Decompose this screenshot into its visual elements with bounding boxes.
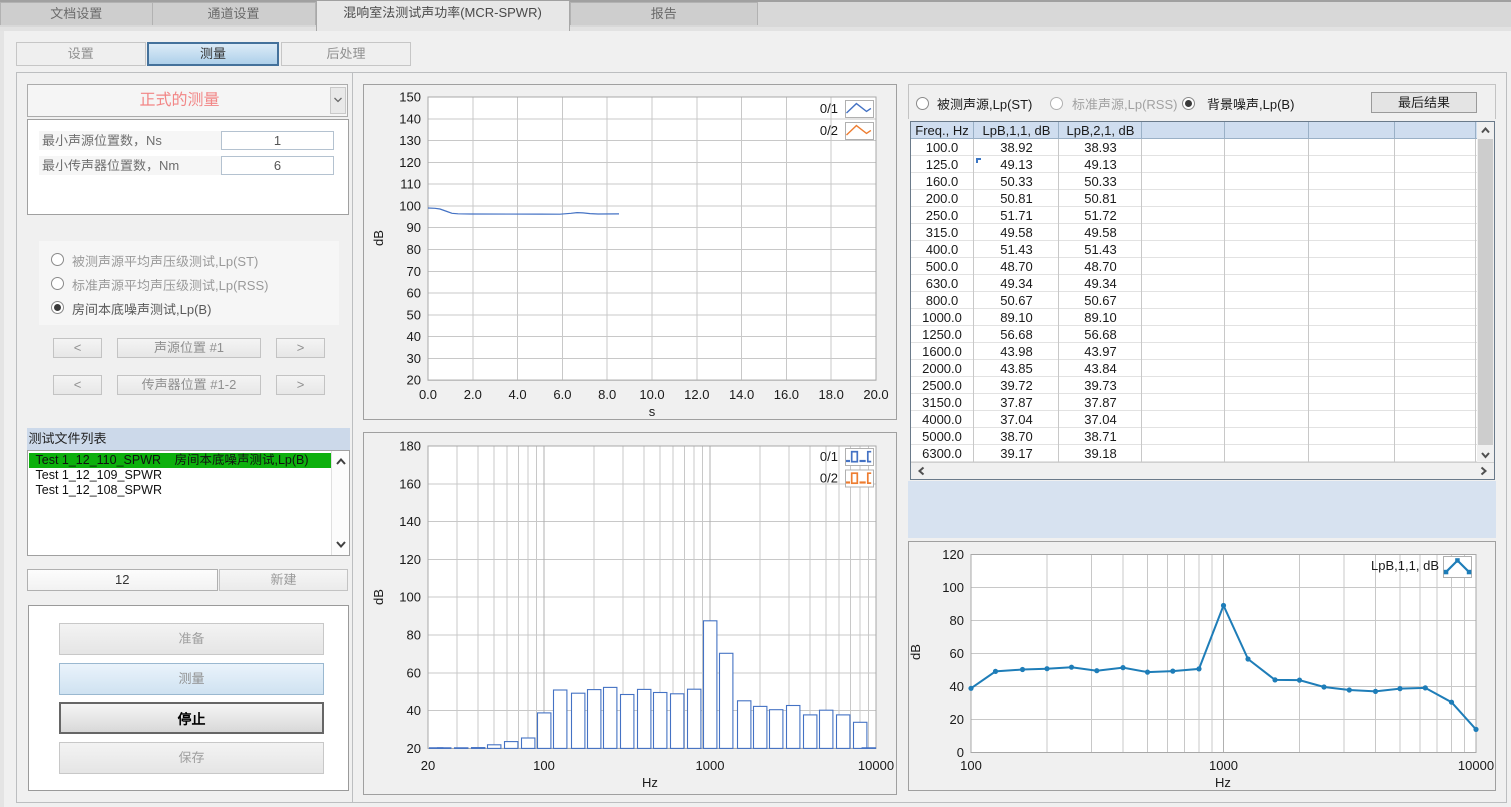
svg-text:12.0: 12.0 xyxy=(684,387,709,402)
svg-text:30: 30 xyxy=(407,351,421,366)
svg-text:130: 130 xyxy=(399,133,421,148)
svg-text:180: 180 xyxy=(399,439,421,454)
svg-text:dB: dB xyxy=(908,644,923,660)
svg-text:4.0: 4.0 xyxy=(509,387,527,402)
svg-text:40: 40 xyxy=(407,329,421,344)
svg-text:100: 100 xyxy=(942,580,964,595)
svg-text:1000: 1000 xyxy=(1209,758,1238,773)
svg-text:2.0: 2.0 xyxy=(464,387,482,402)
svg-text:160: 160 xyxy=(399,476,421,491)
svg-text:100: 100 xyxy=(533,758,555,773)
svg-text:Hz: Hz xyxy=(1215,775,1231,790)
svg-text:50: 50 xyxy=(407,307,421,322)
svg-text:10000: 10000 xyxy=(1458,758,1494,773)
svg-text:20.0: 20.0 xyxy=(863,387,888,402)
svg-text:8.0: 8.0 xyxy=(598,387,616,402)
svg-text:140: 140 xyxy=(399,514,421,529)
svg-text:18.0: 18.0 xyxy=(819,387,844,402)
svg-text:0/1: 0/1 xyxy=(820,449,838,464)
svg-text:150: 150 xyxy=(399,90,421,105)
svg-text:60: 60 xyxy=(407,665,421,680)
svg-text:10.0: 10.0 xyxy=(639,387,664,402)
svg-text:20: 20 xyxy=(421,758,435,773)
svg-text:14.0: 14.0 xyxy=(729,387,754,402)
svg-text:80: 80 xyxy=(950,613,964,628)
svg-text:s: s xyxy=(649,404,656,419)
svg-text:LpB,1,1, dB: LpB,1,1, dB xyxy=(1371,558,1439,573)
svg-text:0.0: 0.0 xyxy=(419,387,437,402)
svg-text:60: 60 xyxy=(950,646,964,661)
svg-text:0/1: 0/1 xyxy=(820,101,838,116)
svg-text:140: 140 xyxy=(399,111,421,126)
svg-text:100: 100 xyxy=(399,198,421,213)
svg-text:6.0: 6.0 xyxy=(553,387,571,402)
svg-text:110: 110 xyxy=(400,177,421,192)
svg-text:40: 40 xyxy=(950,679,964,694)
svg-text:120: 120 xyxy=(399,552,421,567)
svg-text:16.0: 16.0 xyxy=(774,387,799,402)
svg-text:1000: 1000 xyxy=(696,758,725,773)
svg-text:20: 20 xyxy=(407,373,421,388)
svg-text:Hz: Hz xyxy=(642,775,658,790)
svg-text:100: 100 xyxy=(399,590,421,605)
svg-text:40: 40 xyxy=(407,703,421,718)
svg-text:20: 20 xyxy=(950,712,964,727)
svg-text:80: 80 xyxy=(407,628,421,643)
svg-text:90: 90 xyxy=(407,220,421,235)
svg-text:10000: 10000 xyxy=(858,758,894,773)
svg-text:dB: dB xyxy=(371,589,386,605)
svg-text:20: 20 xyxy=(407,741,421,756)
svg-text:dB: dB xyxy=(371,230,386,246)
svg-text:0/2: 0/2 xyxy=(820,123,838,138)
svg-text:120: 120 xyxy=(942,547,964,562)
svg-text:70: 70 xyxy=(407,264,421,279)
svg-text:60: 60 xyxy=(407,286,421,301)
svg-text:80: 80 xyxy=(407,242,421,257)
svg-text:100: 100 xyxy=(960,758,982,773)
svg-text:0/2: 0/2 xyxy=(820,471,838,486)
svg-text:120: 120 xyxy=(399,155,421,170)
